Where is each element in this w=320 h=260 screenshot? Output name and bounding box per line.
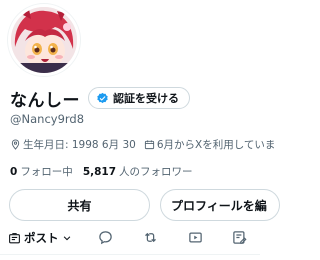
display-name: なんしー bbox=[10, 90, 80, 111]
media-icon[interactable] bbox=[188, 230, 203, 245]
follow-stats: 0 フォロー中 5,817 人のフォロワー bbox=[10, 164, 193, 179]
joined-text: 6月からXを利用していま bbox=[156, 139, 276, 151]
edit-profile-button[interactable]: プロフィールを編 bbox=[160, 189, 280, 221]
followers-link[interactable]: 5,817 人のフォロワー bbox=[83, 164, 193, 179]
birthday-item: 生年月日: 1998 6月 30 bbox=[10, 137, 136, 152]
followers-count: 5,817 bbox=[82, 166, 117, 178]
following-link[interactable]: 0 フォロー中 bbox=[10, 164, 73, 179]
reply-icon[interactable] bbox=[98, 230, 113, 245]
joined-item: 6月からXを利用していま bbox=[144, 137, 276, 152]
chevron-down-icon bbox=[63, 236, 70, 241]
following-count: 0 bbox=[10, 166, 18, 178]
share-button[interactable]: 共有 bbox=[9, 189, 150, 221]
following-label: フォロー中 bbox=[20, 166, 73, 178]
retweet-icon[interactable] bbox=[143, 230, 158, 245]
get-verified-label: 認証を受ける bbox=[113, 92, 179, 105]
tab-divider bbox=[0, 254, 260, 255]
get-verified-button[interactable]: 認証を受ける bbox=[88, 87, 190, 109]
avatar-image bbox=[11, 7, 77, 73]
followers-label: 人のフォロワー bbox=[119, 166, 193, 178]
name-row: なんしー 認証を受ける bbox=[10, 86, 190, 111]
handle: @Nancy9rd8 bbox=[10, 112, 85, 126]
calendar-icon bbox=[144, 140, 154, 150]
edit-profile-label: プロフィールを編 bbox=[171, 198, 267, 213]
posts-icon bbox=[9, 232, 20, 243]
tab-posts[interactable]: ポスト bbox=[8, 230, 72, 246]
tab-posts-label: ポスト bbox=[24, 231, 59, 245]
profile-meta: 生年月日: 1998 6月 30 6月からXを利用していま bbox=[10, 137, 283, 152]
share-label: 共有 bbox=[67, 198, 92, 213]
location-pin-icon bbox=[11, 139, 20, 150]
edit-icon[interactable] bbox=[232, 230, 247, 245]
content-tabbar: ポスト bbox=[0, 222, 260, 254]
verified-badge-icon bbox=[97, 92, 108, 103]
avatar[interactable] bbox=[8, 4, 80, 76]
birthday-text: 生年月日: 1998 6月 30 bbox=[23, 139, 136, 151]
